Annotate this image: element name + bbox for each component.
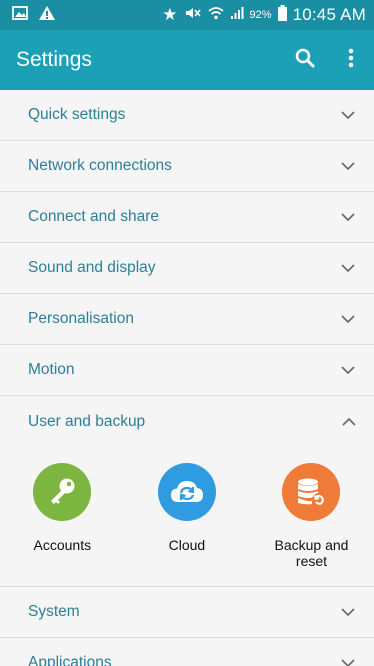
- battery-percent: 92%: [249, 9, 272, 21]
- chevron-up-icon: [342, 413, 356, 431]
- warning-icon: [38, 5, 56, 26]
- settings-item-label: Applications: [28, 654, 112, 666]
- mute-icon: [184, 5, 202, 25]
- settings-item-quick-settings[interactable]: Quick settings: [0, 90, 374, 141]
- settings-item-applications[interactable]: Applications: [0, 638, 374, 666]
- settings-item-label: User and backup: [28, 412, 146, 430]
- wifi-icon: [208, 5, 224, 25]
- signal-icon: [230, 5, 244, 25]
- sub-items-grid: Accounts Cloud Backup and reset: [0, 463, 374, 569]
- settings-item-connect-and-share[interactable]: Connect and share: [0, 192, 374, 243]
- chevron-down-icon: [340, 107, 356, 123]
- settings-item-personalisation[interactable]: Personalisation: [0, 294, 374, 345]
- chevron-down-icon: [340, 604, 356, 620]
- app-bar: Settings: [0, 30, 374, 90]
- image-notification-icon: [12, 5, 28, 25]
- sub-item-cloud[interactable]: Cloud: [125, 463, 250, 569]
- backup-database-icon: [282, 463, 341, 521]
- chevron-down-icon: [340, 209, 356, 225]
- star-icon: ★: [162, 5, 178, 24]
- sub-item-backup-and-reset[interactable]: Backup and reset: [249, 463, 374, 569]
- status-time: 10:45 AM: [292, 5, 366, 24]
- settings-item-label: Connect and share: [28, 208, 159, 225]
- sub-item-label: Accounts: [33, 537, 92, 553]
- settings-item-label: Personalisation: [28, 310, 134, 327]
- search-button[interactable]: [282, 37, 328, 83]
- settings-item-label: Network connections: [28, 157, 172, 174]
- search-icon: [295, 48, 315, 73]
- settings-item-label: Quick settings: [28, 106, 126, 123]
- settings-item-label: Sound and display: [28, 259, 156, 276]
- more-vert-icon: [348, 48, 354, 73]
- settings-item-sound-and-display[interactable]: Sound and display: [0, 243, 374, 294]
- chevron-down-icon: [340, 655, 356, 666]
- settings-list: Quick settings Network connections Conne…: [0, 90, 374, 666]
- settings-item-motion[interactable]: Motion: [0, 345, 374, 396]
- page-title: Settings: [16, 48, 92, 71]
- settings-item-user-and-backup[interactable]: User and backup: [0, 396, 374, 447]
- key-icon: [33, 463, 92, 521]
- sub-item-label: Cloud: [168, 537, 206, 553]
- sub-item-accounts[interactable]: Accounts: [0, 463, 125, 569]
- settings-item-network-connections[interactable]: Network connections: [0, 141, 374, 192]
- sub-item-label: Backup and reset: [274, 537, 349, 569]
- chevron-down-icon: [340, 158, 356, 174]
- chevron-down-icon: [340, 311, 356, 327]
- chevron-down-icon: [340, 260, 356, 276]
- settings-item-label: System: [28, 603, 80, 620]
- settings-section-user-and-backup: User and backup Accounts Cloud Backup an…: [0, 396, 374, 587]
- more-options-button[interactable]: [328, 37, 374, 83]
- battery-icon: [277, 4, 287, 26]
- status-bar: ★ 92% 10:45 AM: [0, 0, 374, 30]
- cloud-sync-icon: [157, 463, 216, 521]
- settings-item-system[interactable]: System: [0, 587, 374, 638]
- chevron-down-icon: [340, 362, 356, 378]
- settings-item-label: Motion: [28, 361, 75, 378]
